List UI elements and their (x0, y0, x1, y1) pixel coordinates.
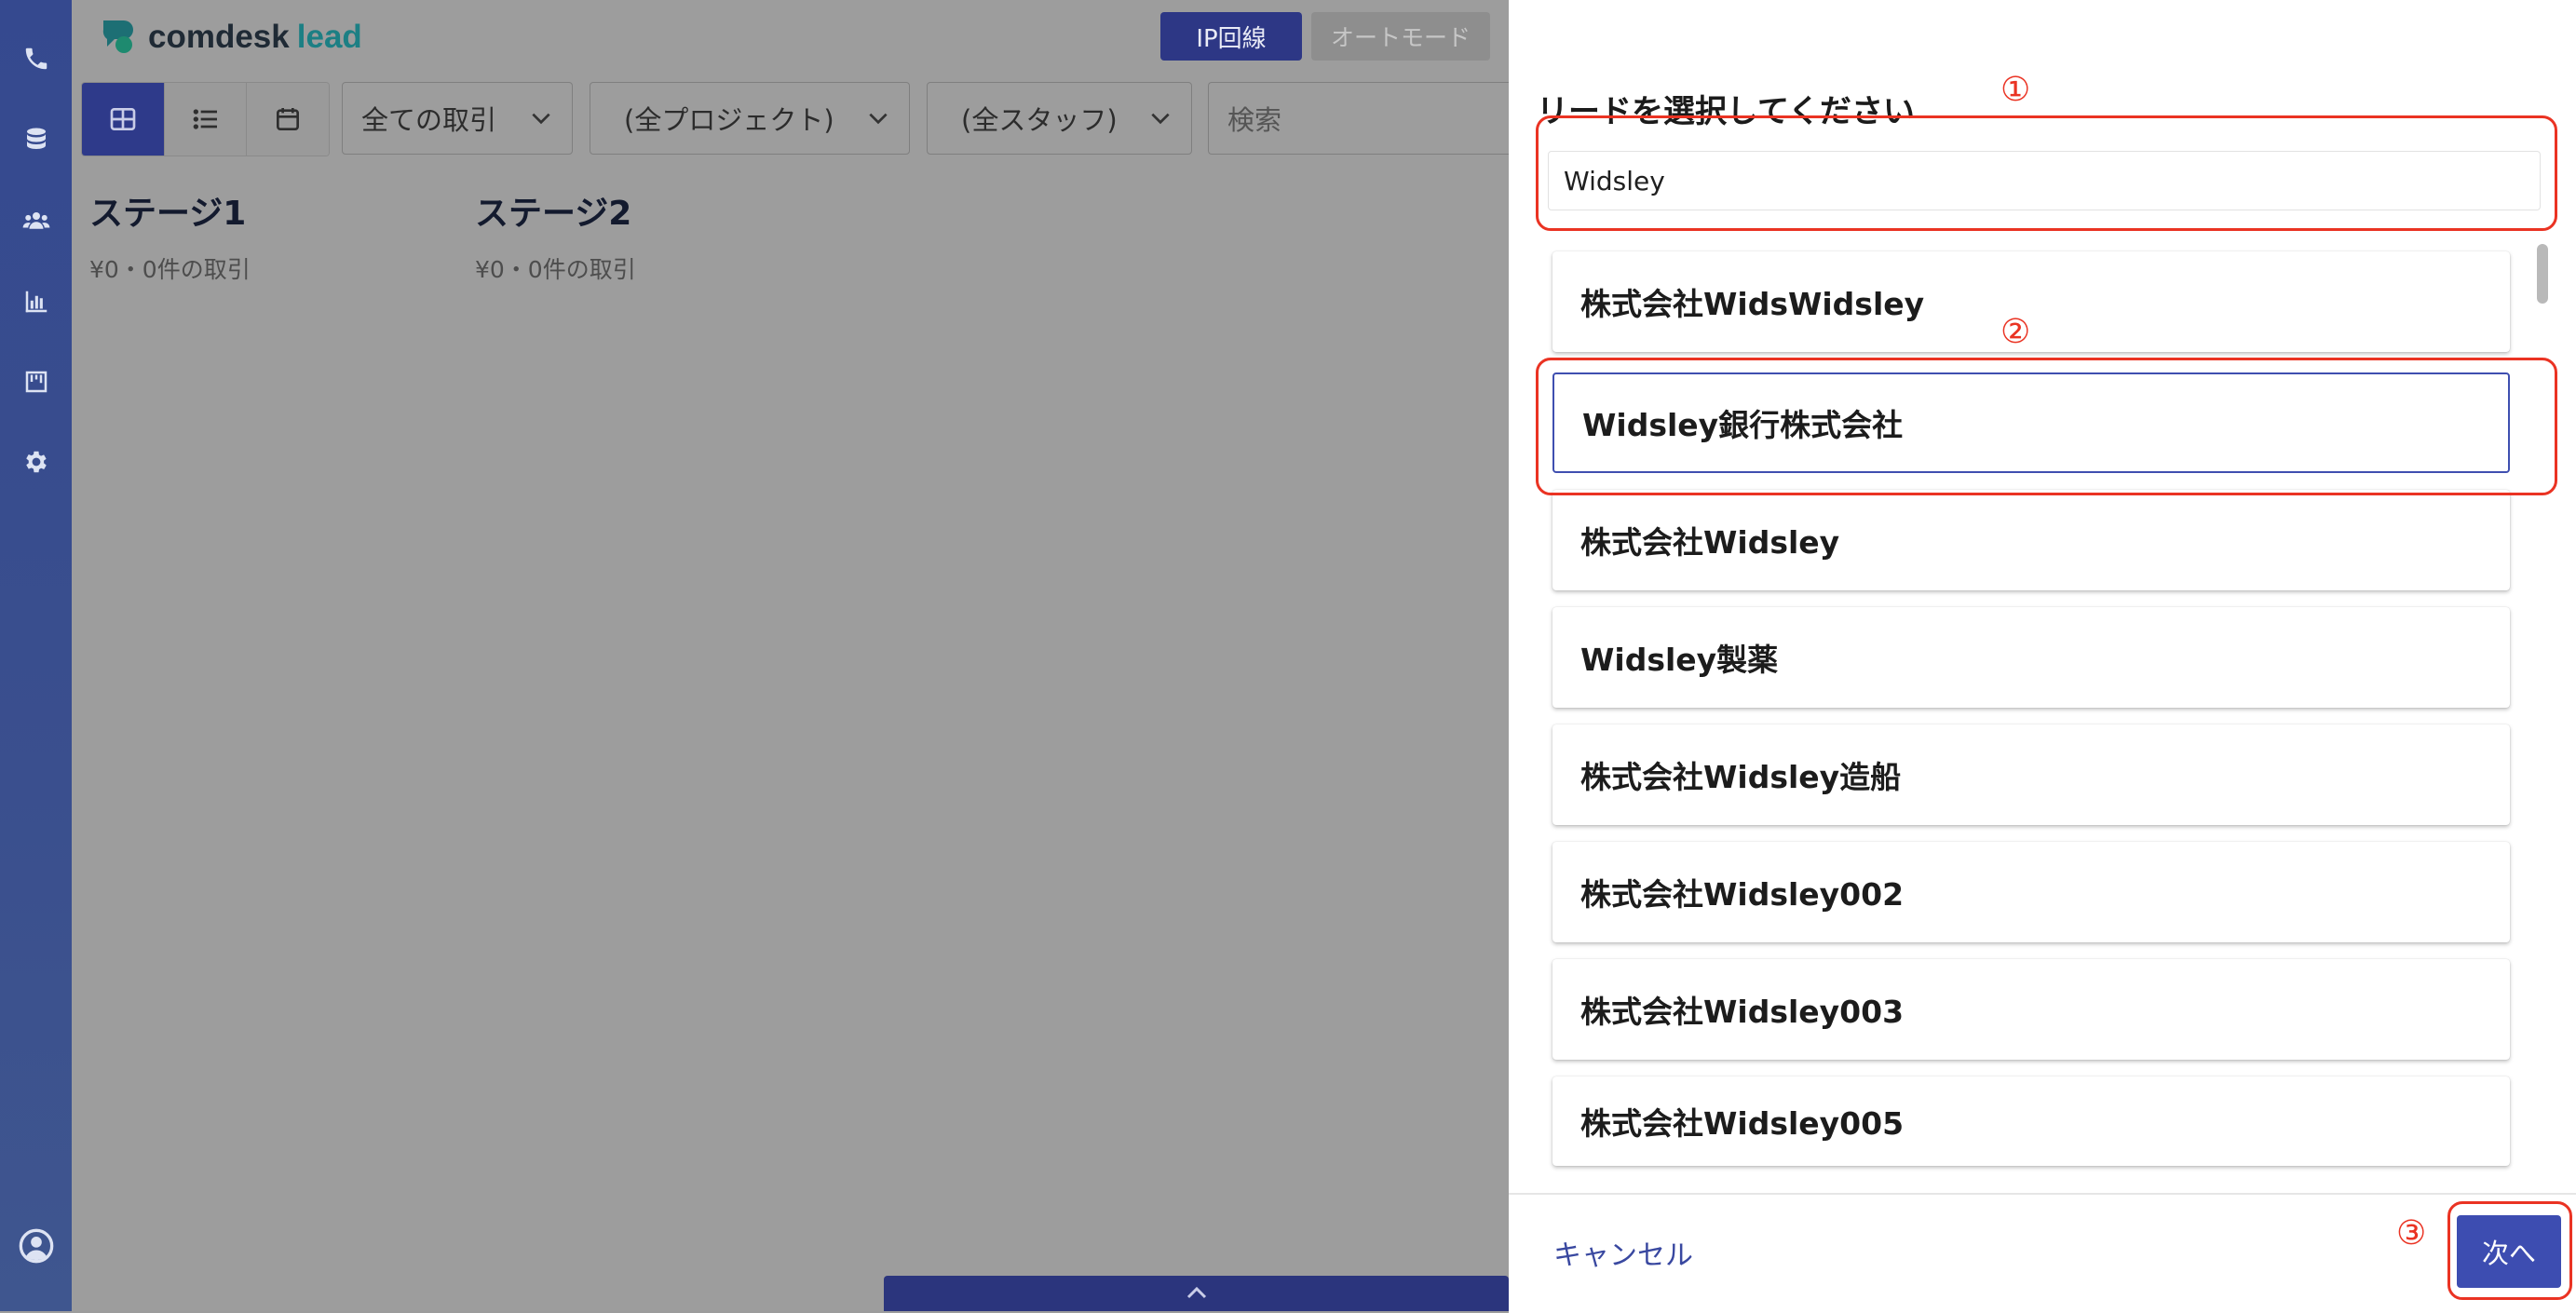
project-filter-value: (全プロジェクト) (624, 104, 834, 136)
annotation-box-step1 (1536, 115, 2557, 231)
stage-name: ステージ1 (89, 195, 247, 233)
stage-column: ステージ2 ¥0・0件の取引 (475, 186, 636, 285)
calendar-view-button[interactable] (247, 83, 329, 156)
lead-item[interactable]: 株式会社Widsley (1552, 490, 2510, 590)
app-background: comdesk lead IP回線 オートモード 全ての取引 (全プロジェクト)… (72, 0, 1509, 1311)
lead-item[interactable]: 株式会社Widsley002 (1552, 842, 2510, 942)
annotation-step3: ③ (2396, 1214, 2427, 1252)
lead-item[interactable]: 株式会社Widsley造船 (1552, 724, 2510, 825)
logo-mark-icon (100, 17, 137, 58)
account-icon[interactable] (17, 1226, 56, 1266)
scrollbar-thumb[interactable] (2537, 244, 2548, 304)
deal-search-input[interactable]: 検索 (1208, 82, 1509, 155)
lead-item[interactable]: 株式会社WidsWidsley (1552, 251, 2510, 352)
chevron-up-icon (1186, 1286, 1206, 1299)
chart-icon[interactable] (19, 284, 54, 319)
annotation-box-step2 (1536, 358, 2557, 495)
deal-search-placeholder: 検索 (1227, 104, 1282, 136)
database-icon[interactable] (19, 122, 54, 157)
users-icon[interactable] (19, 203, 54, 238)
brand-sub: lead (296, 19, 362, 55)
lead-item[interactable]: 株式会社Widsley005 (1552, 1076, 2510, 1166)
panel-footer: キャンセル 次へ (1509, 1193, 2576, 1313)
annotation-step2: ② (2000, 313, 2031, 351)
list-view-button[interactable] (164, 83, 248, 156)
bottom-drawer-toggle[interactable] (884, 1276, 1509, 1311)
calendar-icon (277, 108, 300, 130)
ip-line-button[interactable]: IP回線 (1160, 12, 1302, 61)
cancel-button[interactable]: キャンセル (1553, 1232, 1693, 1273)
list-icon (193, 109, 217, 129)
chevron-down-icon (1151, 113, 1170, 125)
deal-filter-select[interactable]: 全ての取引 (342, 82, 573, 155)
chevron-down-icon (869, 113, 888, 125)
grid-icon (110, 108, 136, 130)
view-toggle (81, 82, 330, 156)
staff-filter-value: (全スタッフ) (961, 104, 1118, 136)
stage-name: ステージ2 (475, 195, 632, 233)
auto-mode-button[interactable]: オートモード (1311, 12, 1490, 61)
deal-filter-value: 全ての取引 (361, 104, 497, 136)
lead-item[interactable]: 株式会社Widsley003 (1552, 959, 2510, 1060)
phone-icon[interactable] (19, 41, 54, 76)
board-view-button[interactable] (82, 83, 165, 156)
stage-meta: ¥0・0件の取引 (475, 256, 636, 283)
gear-icon[interactable] (19, 444, 54, 480)
stage-column: ステージ1 ¥0・0件の取引 (89, 186, 251, 285)
chevron-down-icon (532, 113, 550, 125)
staff-filter-select[interactable]: (全スタッフ) (927, 82, 1192, 155)
brand-main: comdesk (148, 19, 290, 55)
stage-meta: ¥0・0件の取引 (89, 256, 251, 283)
brand-logo: comdesk lead (100, 17, 362, 58)
annotation-box-step3 (2447, 1201, 2572, 1300)
lead-item[interactable]: Widsley製薬 (1552, 607, 2510, 708)
board-icon[interactable] (19, 364, 54, 399)
annotation-step1: ① (2000, 71, 2031, 109)
left-sidebar (0, 0, 72, 1311)
project-filter-select[interactable]: (全プロジェクト) (590, 82, 910, 155)
